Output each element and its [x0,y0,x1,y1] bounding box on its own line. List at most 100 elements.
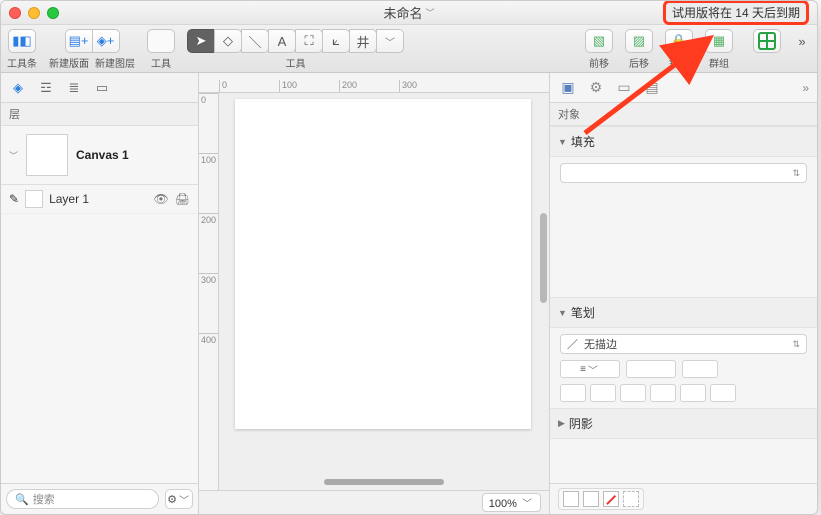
swatch-none[interactable] [603,491,619,507]
window-title[interactable]: 未命名 ﹀ [383,3,434,22]
list-tab-icon[interactable]: ≣ [65,79,83,97]
stroke-section-header[interactable]: ▼ 笔划 [550,297,817,328]
text-tool-button[interactable]: A [268,29,296,53]
group-label: 群组 [709,55,729,70]
shadow-section-header[interactable]: ▶ 阴影 [550,408,817,439]
eye-icon[interactable]: 👁 [154,192,169,206]
swatch-fill[interactable] [563,491,579,507]
search-input[interactable]: 🔍 搜索 [6,489,159,509]
select-tool-button[interactable]: ➤ [187,29,215,53]
inspector-footer [550,483,817,514]
stroke-type-combo[interactable]: ／无描边 ⇅ [560,334,807,354]
chevron-down-icon: ﹀ [426,6,435,19]
ruler-horizontal: 0 100 200 300 [199,73,549,93]
layer-swatch [25,190,43,208]
grid-icon [758,32,776,50]
blank-label [766,55,769,66]
join-bevel-button[interactable] [710,384,736,402]
toolstrip-toggle-group: ▮◧ 工具条 [7,29,37,70]
layer-name: Layer 1 [49,192,89,206]
grid-view-button[interactable] [753,29,781,53]
properties-tab-icon[interactable]: ⚙︎ [586,78,606,98]
new-labels: 新建版面 新建图层 [49,55,135,70]
join-miter-button[interactable] [650,384,676,402]
canvas-page[interactable] [235,99,531,429]
bring-front-button[interactable]: ▧ [585,29,613,53]
pen-tool-button[interactable]: ⛶ [295,29,323,53]
slash-icon: ／ [567,336,578,352]
join-round-button[interactable] [680,384,706,402]
stroke-section-body: ／无描边 ⇅ ≡ ﹀ [550,328,817,408]
canvas-row[interactable]: ﹀ Canvas 1 [1,126,198,185]
cap-butt-button[interactable] [560,384,586,402]
object-section-label: 对象 [550,103,817,126]
selection-tab-icon[interactable]: ▭ [93,79,111,97]
main-toolbar: ▮◧ 工具条 ▤+ ◈+ 新建版面 新建图层 工具 ➤ ◇ ＼ A ⛶ [1,25,817,73]
canvas-area[interactable] [219,93,549,490]
group-button[interactable]: ▦ [705,29,733,53]
print-icon[interactable]: 🖨 [175,192,190,206]
swatch-extra[interactable] [623,491,639,507]
inspector-overflow-button[interactable]: » [802,81,809,95]
stroke-width-field[interactable] [626,360,676,378]
horizontal-scrollbar[interactable] [324,479,444,485]
toggle-toolstrip-button[interactable]: ▮◧ [8,29,36,53]
cap-round-button[interactable] [590,384,616,402]
layer-gear-menu[interactable]: ⚙︎﹀ [165,489,193,509]
search-placeholder: 搜索 [33,491,55,507]
outline-tab-icon[interactable]: ☲ [37,79,55,97]
view-grid-group [753,29,781,66]
vertical-scrollbar[interactable] [540,213,547,303]
crop-tool-button[interactable]: ⟀ [322,29,350,53]
lock-group: 🔒 锁定 [665,29,693,70]
front-label: 前移 [589,55,609,70]
close-window-icon[interactable] [9,7,21,19]
new-layer-button[interactable]: ◈+ [92,29,120,53]
arrange-back-group: ▨ 后移 [625,29,653,70]
left-panel: ◈ ☲ ≣ ▭ 层 ﹀ Canvas 1 ✎ Layer 1 👁 🖨 🔍 [1,73,199,514]
ruler-v-tick: 300 [199,273,218,333]
zoom-window-icon[interactable] [47,7,59,19]
canvas-thumbnail [26,134,68,176]
search-icon: 🔍 [15,493,29,506]
stroke-none-label: 无描边 [584,336,617,352]
canvas-panel: 0 100 200 300 0 100 200 300 400 [199,73,549,514]
cap-square-button[interactable] [620,384,646,402]
updown-icon: ⇅ [792,168,800,179]
document-tab-icon[interactable]: ▤ [642,78,662,98]
tools-group: ➤ ◇ ＼ A ⛶ ⟀ 井 ﹀ 工具 [187,29,404,70]
zoom-control[interactable]: 100% ﹀ [482,493,541,512]
object-tab-icon[interactable]: ▣ [558,78,578,98]
fill-section-header[interactable]: ▼ 填充 [550,126,817,157]
tools-label: 工具 [286,55,306,70]
minimize-window-icon[interactable] [28,7,40,19]
app-body: ◈ ☲ ≣ ▭ 层 ﹀ Canvas 1 ✎ Layer 1 👁 🖨 🔍 [1,73,817,514]
line-tool-button[interactable]: ＼ [241,29,269,53]
stroke-style-select[interactable]: ≡ ﹀ [560,360,620,378]
grid-tool-button[interactable]: 井 [349,29,377,53]
chevron-down-icon: ﹀ [520,499,534,510]
doc-title: 未命名 [383,3,422,22]
layers-tab-icon[interactable]: ◈ [9,79,27,97]
new-page-button[interactable]: ▤+ [65,29,93,53]
trial-expiry-notice[interactable]: 试用版将在 14 天后到期 [663,0,809,25]
active-tool-group: 工具 [147,29,175,70]
shape-tool-swatch[interactable] [147,29,175,53]
shadow-label: 阴影 [569,415,593,432]
stroke-color-well[interactable] [682,360,718,378]
inspector-tabs: ▣ ⚙︎ ▭ ▤ » [550,73,817,103]
node-tool-button[interactable]: ◇ [214,29,242,53]
overflow-group: » [793,29,811,53]
canvas-footer: 100% ﹀ [199,490,549,514]
fill-combo[interactable]: ⇅ [560,163,807,183]
canvas-tab-icon[interactable]: ▭ [614,78,634,98]
lock-button[interactable]: 🔒 [665,29,693,53]
layer-row[interactable]: ✎ Layer 1 👁 🖨 [1,185,198,214]
swatch-stroke[interactable] [583,491,599,507]
color-swatches [558,488,644,510]
ruler-h-tick: 300 [399,80,459,92]
tools-chevron[interactable]: ﹀ [376,29,404,53]
toolbar-overflow-button[interactable]: » [793,29,811,53]
send-back-button[interactable]: ▨ [625,29,653,53]
left-panel-footer: 🔍 搜索 ⚙︎﹀ [1,483,198,514]
